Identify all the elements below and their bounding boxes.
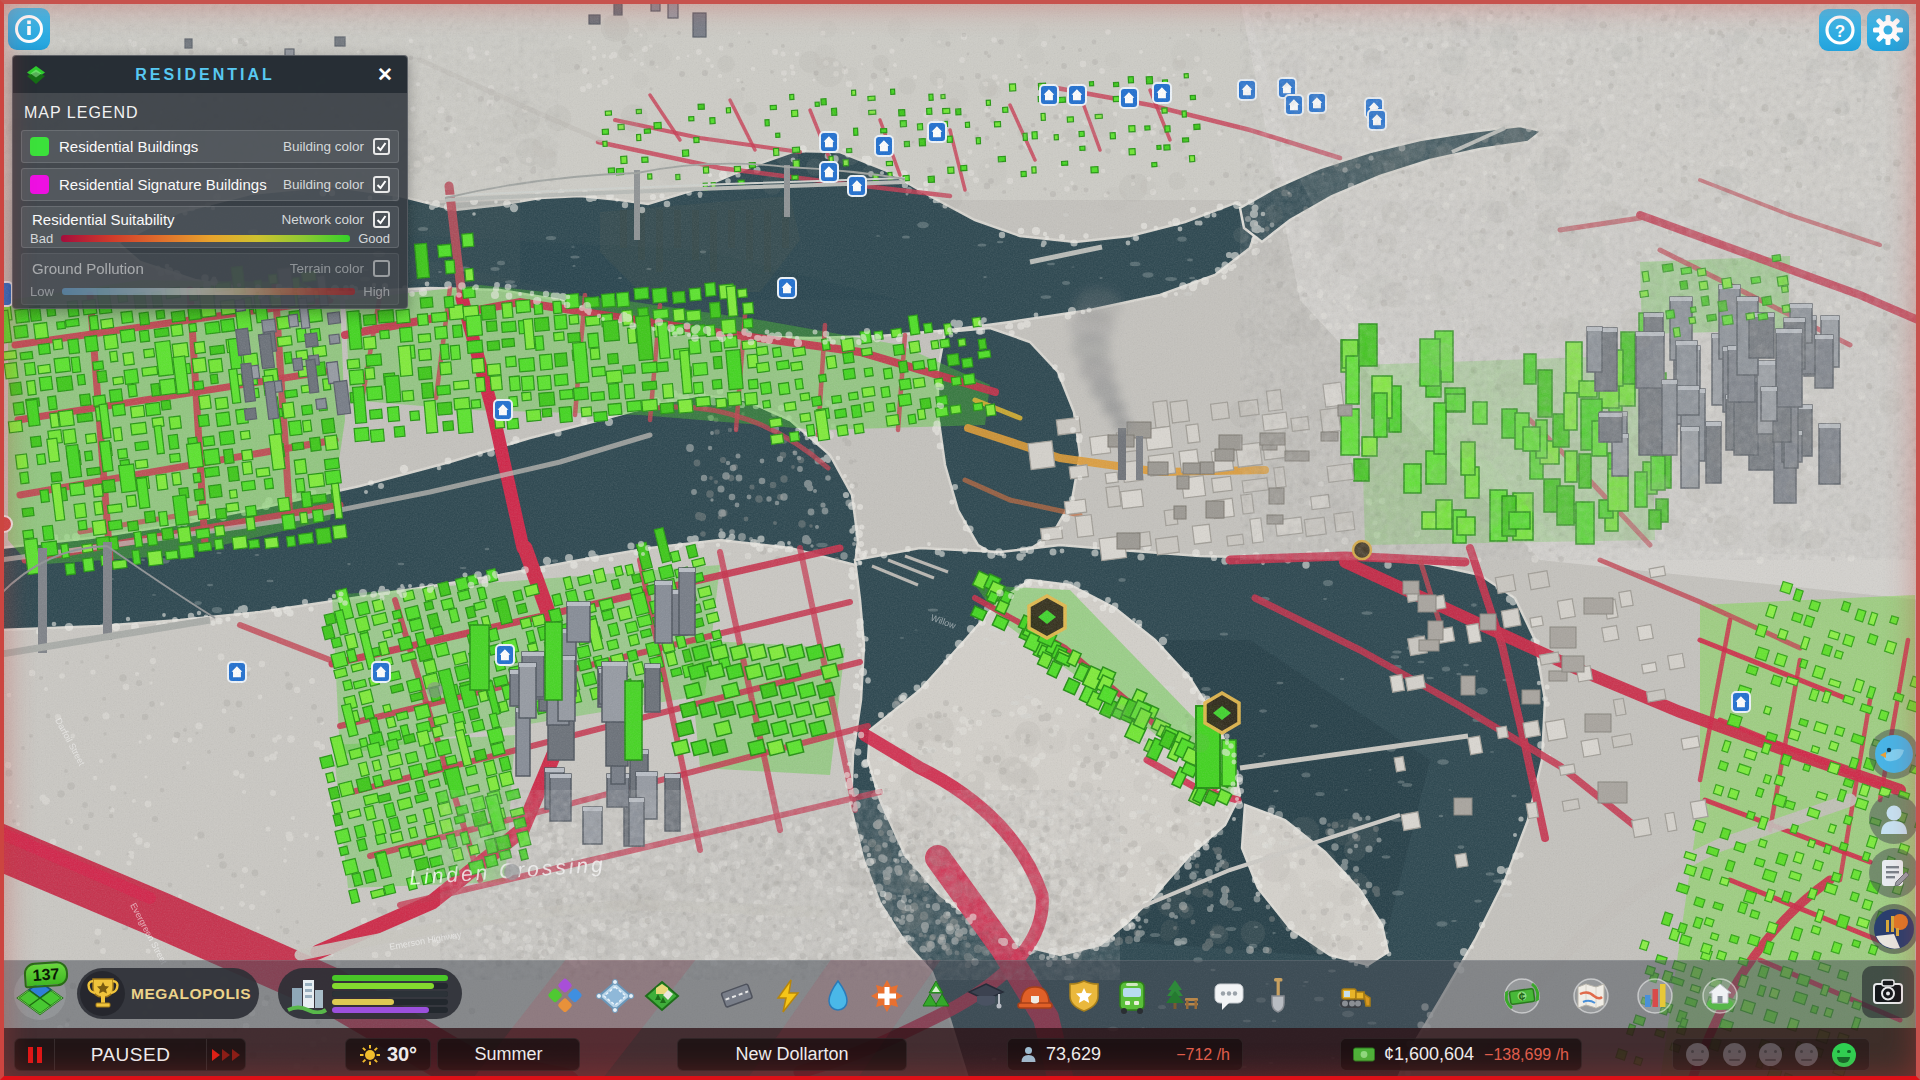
svg-text:?: ? bbox=[1835, 22, 1845, 41]
